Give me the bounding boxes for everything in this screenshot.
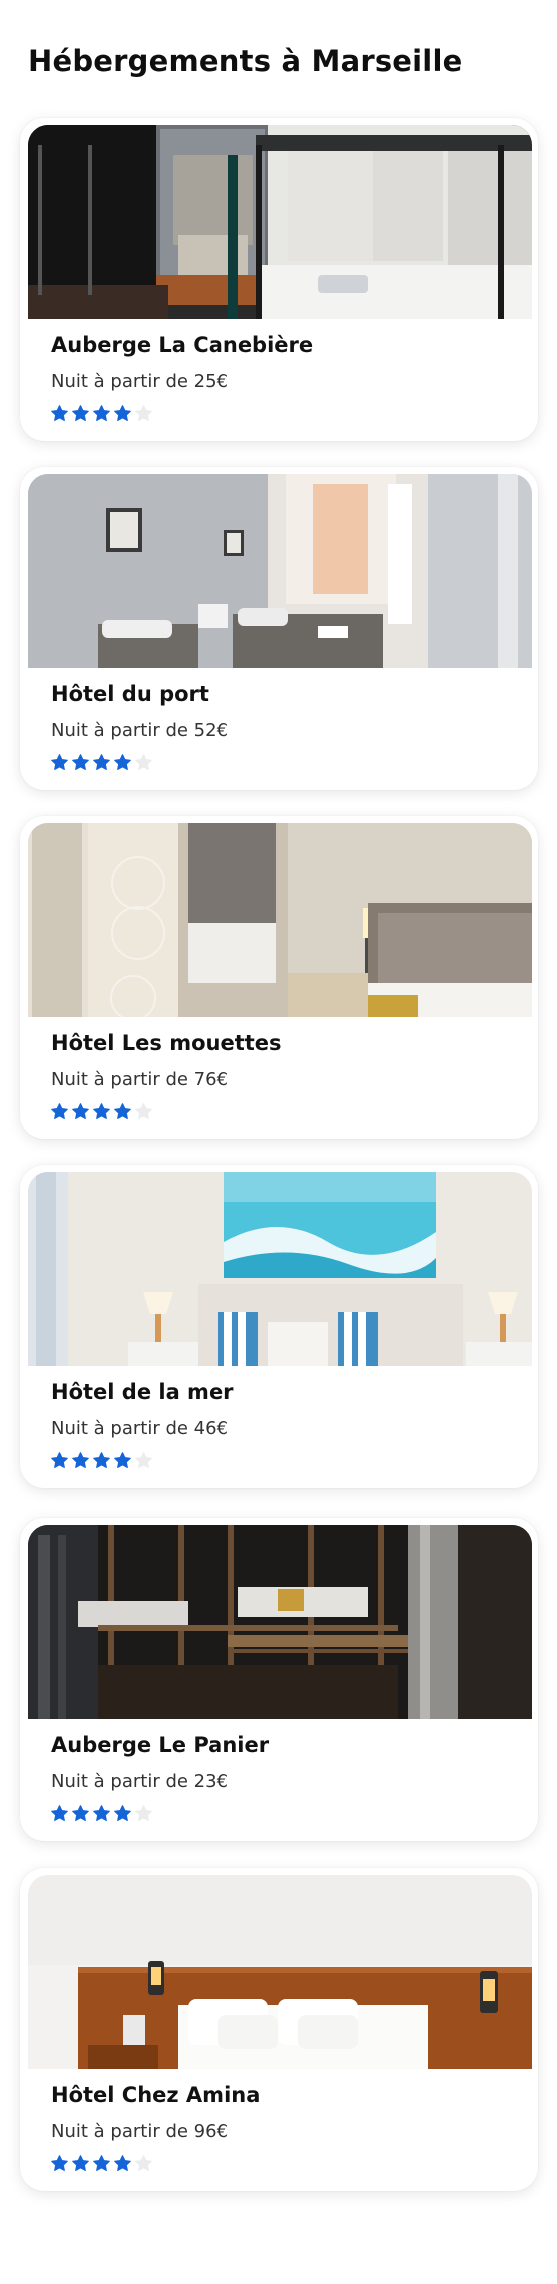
twin-bed-room-photo[interactable] bbox=[28, 474, 532, 668]
star-empty-icon bbox=[134, 2154, 153, 2173]
hostel-bunk-room-photo[interactable] bbox=[28, 125, 532, 319]
hotel-price: Nuit à partir de 25€ bbox=[51, 371, 229, 392]
star-filled-icon bbox=[92, 1451, 111, 1470]
hotel-name: Hôtel Chez Amina bbox=[51, 2083, 261, 2107]
hotel-card[interactable]: Auberge Le Panier Nuit à partir de 23€ bbox=[20, 1518, 538, 1841]
star-filled-icon bbox=[92, 753, 111, 772]
hotel-price: Nuit à partir de 23€ bbox=[51, 1771, 229, 1792]
star-filled-icon bbox=[71, 2154, 90, 2173]
hotel-room-mirror-photo[interactable] bbox=[28, 823, 532, 1017]
star-empty-icon bbox=[134, 1451, 153, 1470]
rating-stars bbox=[50, 753, 153, 777]
hotel-name: Auberge Le Panier bbox=[51, 1733, 270, 1757]
hotel-card[interactable]: Auberge La Canebière Nuit à partir de 25… bbox=[20, 118, 538, 441]
rating-stars bbox=[50, 1451, 153, 1475]
hotel-price: Nuit à partir de 96€ bbox=[51, 2121, 229, 2142]
star-filled-icon bbox=[50, 1451, 69, 1470]
star-filled-icon bbox=[50, 2154, 69, 2173]
star-filled-icon bbox=[71, 404, 90, 423]
star-filled-icon bbox=[113, 753, 132, 772]
star-empty-icon bbox=[134, 404, 153, 423]
rating-stars bbox=[50, 2154, 153, 2178]
star-filled-icon bbox=[113, 2154, 132, 2173]
wooden-bunk-beds-photo[interactable] bbox=[28, 1525, 532, 1719]
hotel-card[interactable]: Hôtel du port Nuit à partir de 52€ bbox=[20, 467, 538, 790]
star-filled-icon bbox=[71, 1102, 90, 1121]
wood-headboard-bedroom-photo[interactable] bbox=[28, 1875, 532, 2069]
star-filled-icon bbox=[71, 1451, 90, 1470]
hotel-card[interactable]: Hôtel Chez Amina Nuit à partir de 96€ bbox=[20, 1868, 538, 2191]
hotel-price: Nuit à partir de 46€ bbox=[51, 1418, 229, 1439]
hotel-name: Hôtel de la mer bbox=[51, 1380, 234, 1404]
hotel-card[interactable]: Hôtel Les mouettes Nuit à partir de 76€ bbox=[20, 816, 538, 1139]
hotel-name: Hôtel Les mouettes bbox=[51, 1031, 282, 1055]
star-filled-icon bbox=[50, 1102, 69, 1121]
star-empty-icon bbox=[134, 1804, 153, 1823]
star-filled-icon bbox=[71, 1804, 90, 1823]
star-filled-icon bbox=[92, 1102, 111, 1121]
star-filled-icon bbox=[92, 1804, 111, 1823]
star-filled-icon bbox=[92, 2154, 111, 2173]
hotel-name: Hôtel du port bbox=[51, 682, 209, 706]
hotel-name: Auberge La Canebière bbox=[51, 333, 314, 357]
sea-painting-bedroom-photo[interactable] bbox=[28, 1172, 532, 1366]
star-filled-icon bbox=[113, 1102, 132, 1121]
star-filled-icon bbox=[113, 404, 132, 423]
page: Hébergements à Marseille Auberge La Cane… bbox=[0, 0, 557, 2284]
rating-stars bbox=[50, 404, 153, 428]
rating-stars bbox=[50, 1102, 153, 1126]
star-empty-icon bbox=[134, 1102, 153, 1121]
hotel-price: Nuit à partir de 52€ bbox=[51, 720, 229, 741]
star-filled-icon bbox=[50, 404, 69, 423]
star-empty-icon bbox=[134, 753, 153, 772]
rating-stars bbox=[50, 1804, 153, 1828]
star-filled-icon bbox=[50, 753, 69, 772]
hotel-card[interactable]: Hôtel de la mer Nuit à partir de 46€ bbox=[20, 1165, 538, 1488]
star-filled-icon bbox=[113, 1451, 132, 1470]
page-title: Hébergements à Marseille bbox=[28, 44, 463, 78]
star-filled-icon bbox=[113, 1804, 132, 1823]
star-filled-icon bbox=[92, 404, 111, 423]
star-filled-icon bbox=[71, 753, 90, 772]
hotel-price: Nuit à partir de 76€ bbox=[51, 1069, 229, 1090]
star-filled-icon bbox=[50, 1804, 69, 1823]
